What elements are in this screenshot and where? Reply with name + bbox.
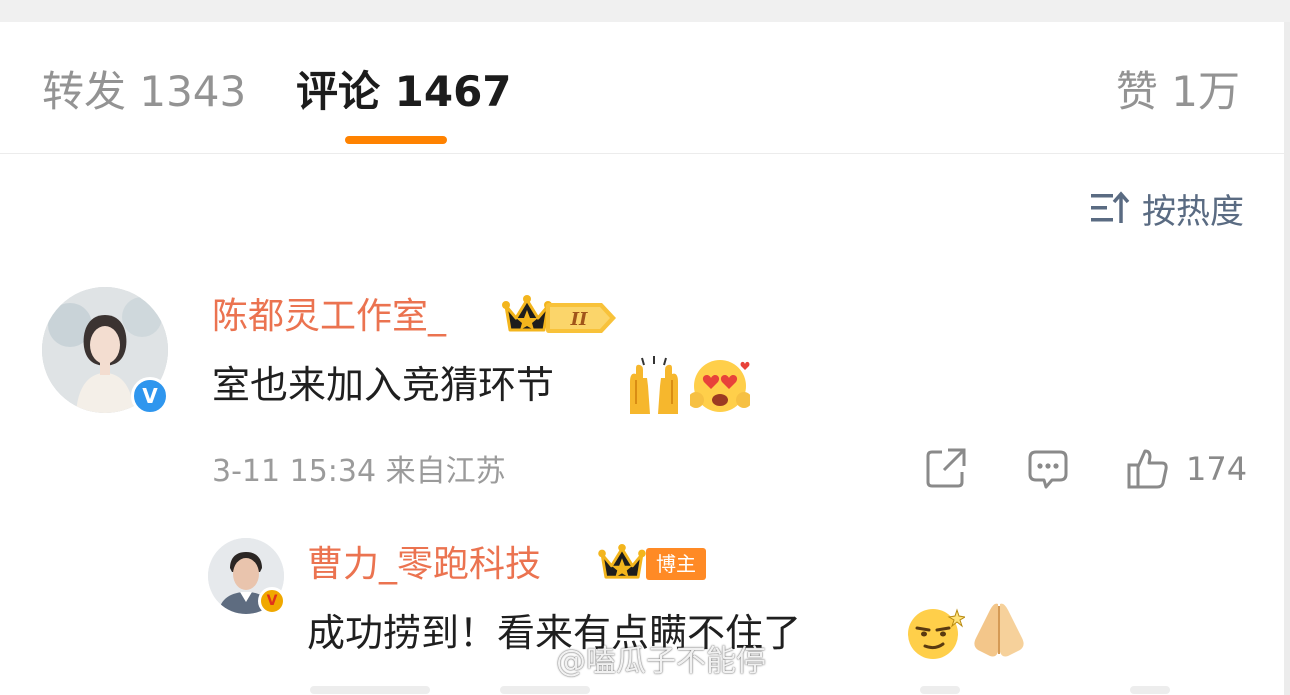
tab-like[interactable]: 赞 1万 xyxy=(1116,66,1240,118)
active-tab-indicator xyxy=(345,136,447,144)
comment-icon xyxy=(1028,450,1068,489)
like-count: 174 xyxy=(1186,450,1248,488)
watermark-text: @嗑瓜子不能停 xyxy=(556,644,766,679)
raised-hands-emoji-icon xyxy=(630,356,678,414)
watermark: @嗑瓜子不能停 xyxy=(502,640,766,684)
verified-gold-badge-icon: V xyxy=(258,587,286,615)
smirk-emoji-icon xyxy=(908,608,965,659)
sort-toggle[interactable]: 按热度 xyxy=(1090,186,1244,232)
status-bar-strip xyxy=(0,0,1290,22)
verified-badge-icon: V xyxy=(131,377,169,415)
fan-level-text: II xyxy=(570,309,588,330)
weibo-logo-icon xyxy=(503,646,546,680)
tab-bar: 转发 1343 评论 1467 赞 1万 xyxy=(0,22,1284,154)
comment-author[interactable]: 陈都灵工作室_ xyxy=(212,292,446,342)
tab-repost[interactable]: 转发 1343 xyxy=(42,66,246,118)
crown-icon xyxy=(598,543,646,579)
reply-button[interactable] xyxy=(1026,446,1070,494)
next-comment-preview xyxy=(300,684,1280,695)
share-icon xyxy=(926,448,966,488)
sort-icon xyxy=(1091,191,1130,223)
pray-hands-emoji-icon xyxy=(974,603,1024,657)
comment-meta: 3-11 15:34 来自江苏 xyxy=(212,454,506,489)
share-button[interactable] xyxy=(924,446,968,494)
reply-author[interactable]: 曹力_零跑科技 xyxy=(307,540,541,590)
scrollbar-track[interactable] xyxy=(1284,22,1290,695)
fan-level-badge: II xyxy=(546,303,616,333)
blogger-badge: 博主 xyxy=(646,548,706,580)
heart-eyes-emoji-icon xyxy=(690,360,750,412)
crown-icon xyxy=(502,295,552,332)
thumbs-up-icon xyxy=(1127,449,1168,489)
tab-comment[interactable]: 评论 1467 xyxy=(296,66,512,118)
like-button[interactable]: 174 xyxy=(1126,446,1247,492)
sort-label: 按热度 xyxy=(1142,191,1244,232)
comment-text: 室也来加入竞猜环节 xyxy=(212,363,555,407)
